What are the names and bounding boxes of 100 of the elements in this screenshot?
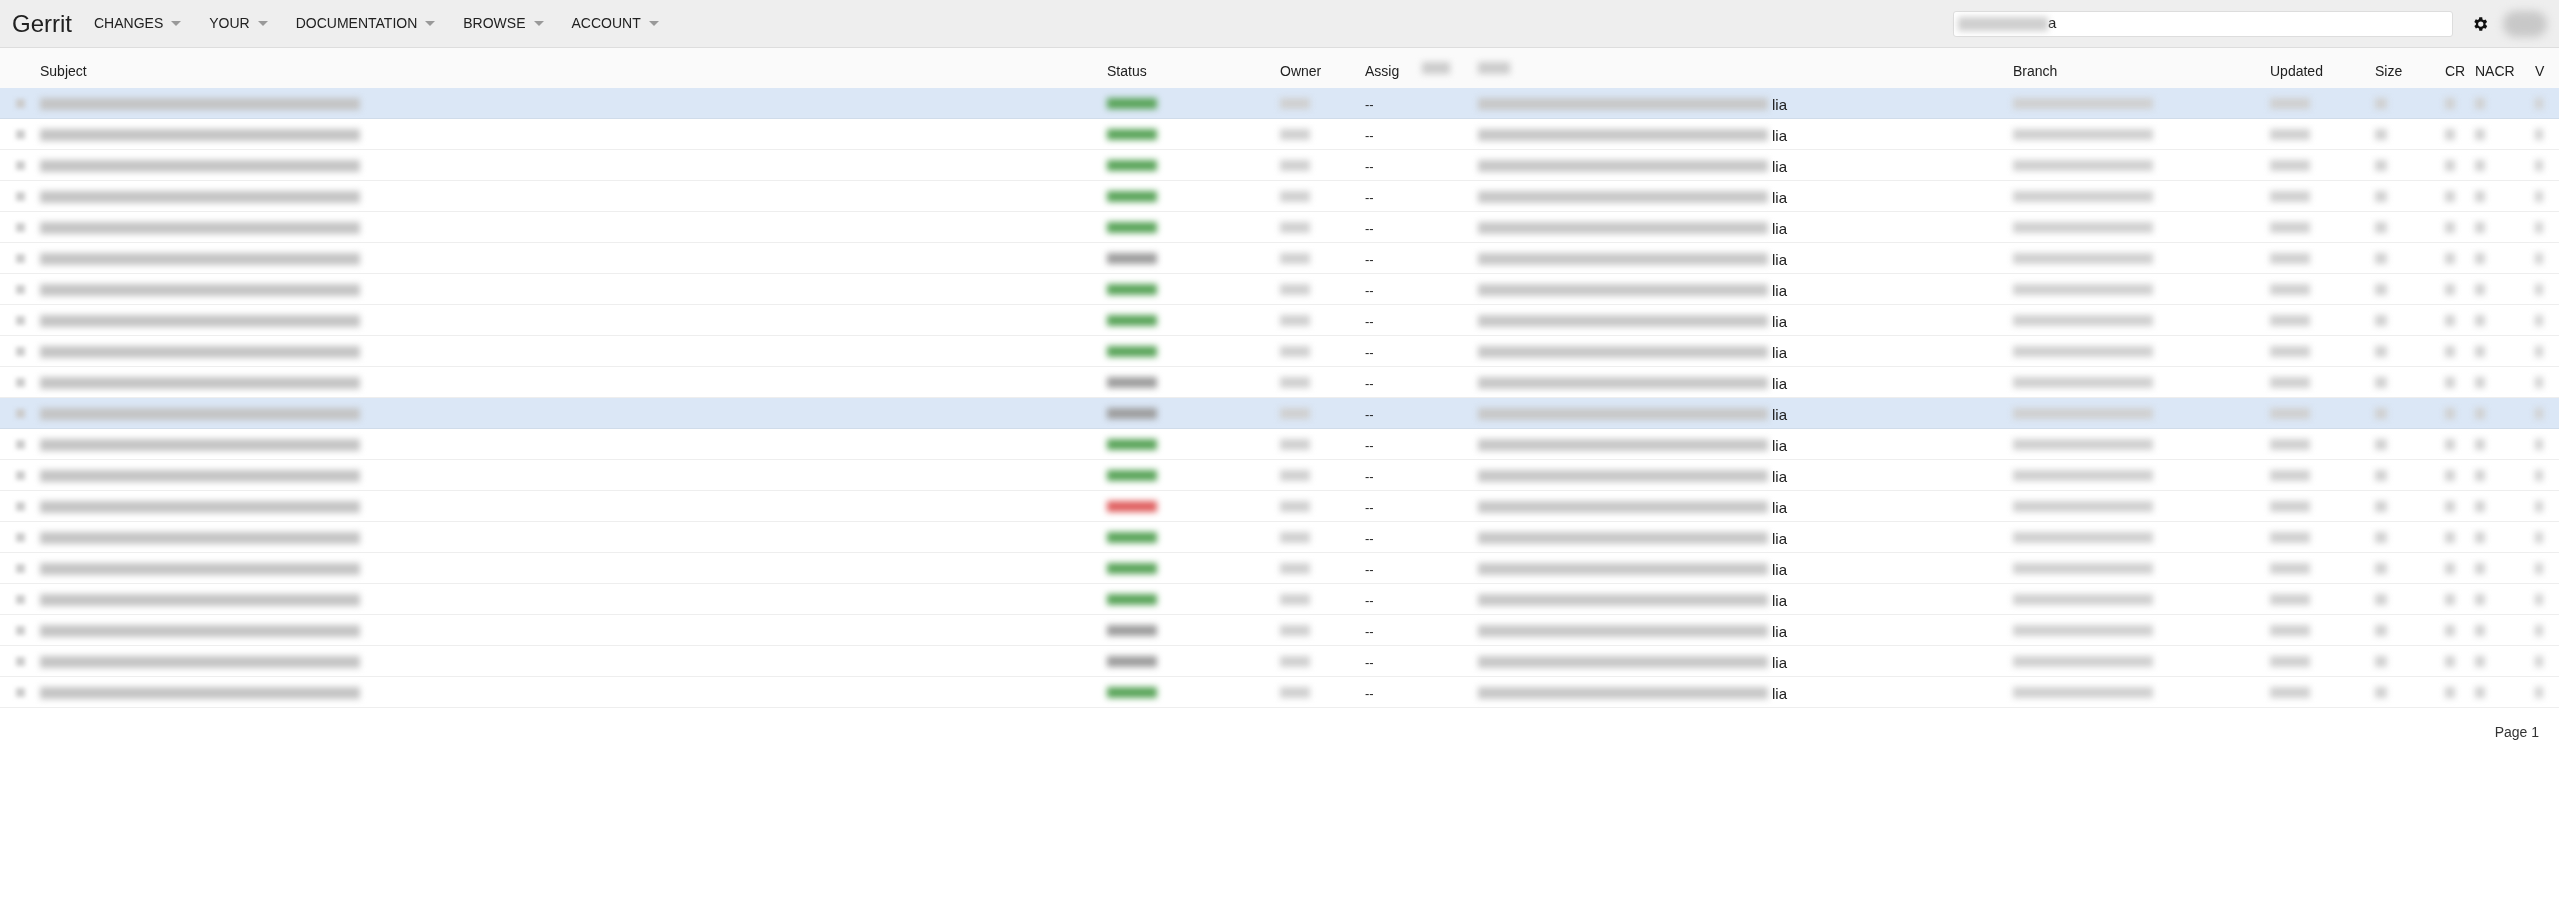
redacted-text [2270,439,2310,450]
repo-cell[interactable]: lia [1772,497,1787,520]
redacted-text [2270,315,2310,326]
redacted-text [2535,532,2543,543]
repo-cell[interactable]: lia [1772,311,1787,334]
redacted-text [2535,439,2543,450]
repo-cell[interactable]: lia [1772,187,1787,210]
redacted-text [2445,439,2455,450]
redacted-text [1280,284,1310,295]
redacted-text [2535,222,2543,233]
redacted-text [2535,470,2543,481]
redacted-text [2270,563,2310,574]
assignee-cell-text: -- [1365,158,1374,176]
column-header[interactable]: Updated [2270,61,2323,82]
search-field[interactable]: a [1953,10,2453,37]
redacted-text [2445,284,2455,295]
repo-cell[interactable]: lia [1772,373,1787,396]
repo-cell[interactable]: lia [1772,466,1787,489]
caret-icon [425,20,436,27]
column-header[interactable]: Branch [2013,61,2058,82]
assignee-cell-text: -- [1365,592,1374,610]
redacted-text [2270,191,2310,202]
redacted-text [1280,563,1310,574]
nav-menu[interactable]: ACCOUNT [571,13,659,34]
assignee-cell-text: -- [1365,561,1374,579]
caret-icon [171,20,182,27]
redacted-text [2270,594,2310,605]
redacted-text [1280,408,1310,419]
caret-icon [257,20,268,27]
column-header[interactable]: Size [2375,61,2403,82]
redacted-text [2535,625,2543,636]
repo-cell[interactable]: lia [1772,683,1787,706]
redacted-text [2270,129,2310,140]
column-header[interactable]: Assig [1365,61,1400,82]
redacted-text [1280,98,1310,109]
redacted-text [2375,501,2387,512]
redacted-text [2475,346,2485,357]
repo-cell[interactable]: lia [1772,528,1787,551]
repo-cell[interactable]: lia [1772,652,1787,675]
repo-cell[interactable]: lia [1772,218,1787,241]
repo-cell[interactable]: lia [1772,404,1787,427]
redacted-text [2475,501,2485,512]
assignee-cell-text: -- [1365,251,1374,269]
repo-cell[interactable]: lia [1772,125,1787,148]
table-row[interactable]: -- lia [0,398,2559,429]
column-header[interactable]: CR [2445,61,2466,82]
nav-menu[interactable]: CHANGES [94,13,182,34]
redacted-text [2375,594,2387,605]
nav-menu[interactable]: DOCUMENTATION [295,13,436,34]
redacted-text [2535,160,2543,171]
redacted-text [2445,594,2455,605]
redacted-text [2270,501,2310,512]
assignee-cell-text: -- [1365,406,1374,424]
redacted-text [2445,129,2455,140]
redacted-text [2375,377,2387,388]
redacted-text [2445,222,2455,233]
column-header[interactable]: NACR [2475,61,2515,82]
repo-cell[interactable]: lia [1772,559,1787,582]
repo-cell[interactable]: lia [1772,249,1787,272]
repo-cell[interactable]: lia [1772,94,1787,117]
repo-cell[interactable]: lia [1772,156,1787,179]
redacted-text [2270,284,2310,295]
redacted-text [2375,346,2387,357]
nav-menu[interactable]: BROWSE [463,13,544,34]
redacted-text [2270,625,2310,636]
logo[interactable]: Gerrit [12,5,72,42]
repo-cell[interactable]: lia [1772,280,1787,303]
redacted-text [2445,470,2455,481]
redacted-text [2475,222,2485,233]
assignee-cell-text: -- [1365,437,1374,455]
table-row[interactable]: -- lia [0,88,2559,119]
assignee-cell-text: -- [1365,468,1374,486]
assignee-cell-text: -- [1365,282,1374,300]
redacted-text [1280,656,1310,667]
nav-menu[interactable]: YOUR [209,13,268,34]
column-header[interactable]: Owner [1280,61,1322,82]
redacted-text [2445,160,2455,171]
repo-cell[interactable]: lia [1772,590,1787,613]
caret-icon [648,20,659,27]
redacted-text [1280,625,1310,636]
redacted-text [1280,315,1310,326]
redacted-text [2535,284,2543,295]
avatar[interactable] [2503,10,2547,37]
repo-cell[interactable]: lia [1772,621,1787,644]
redacted-text [2535,377,2543,388]
repo-cell[interactable]: lia [1772,342,1787,365]
redacted-text [2445,191,2455,202]
redacted-text [2535,501,2543,512]
redacted-text [2475,532,2485,543]
redacted-text [1280,160,1310,171]
redacted-text [2475,594,2485,605]
column-header[interactable]: V [2535,61,2545,82]
assignee-cell-text: -- [1365,685,1374,703]
repo-cell[interactable]: lia [1772,435,1787,458]
redacted-text [2535,191,2543,202]
column-header[interactable]: Status [1107,61,1147,82]
redacted-text [2270,98,2310,109]
redacted-text [2535,656,2543,667]
redacted-text [2375,470,2387,481]
column-header[interactable]: Subject [40,61,87,82]
